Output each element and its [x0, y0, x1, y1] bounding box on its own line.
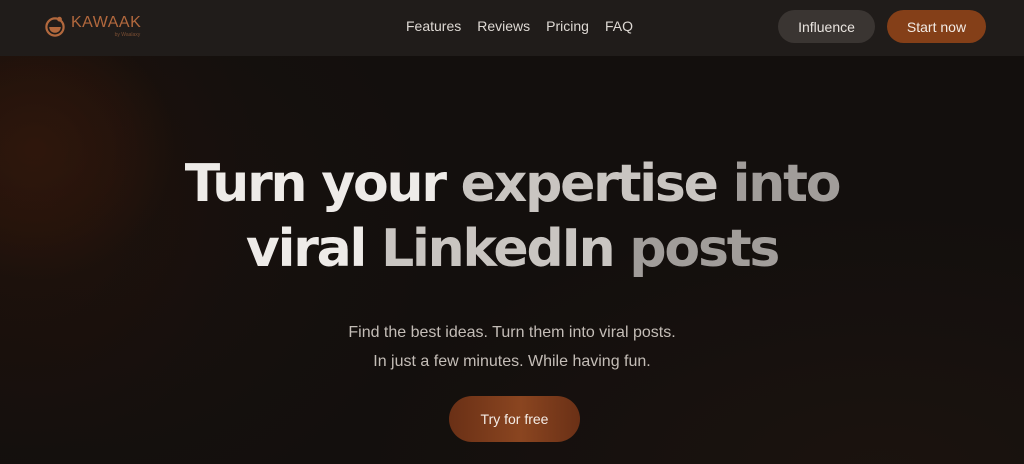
nav-link-features[interactable]: Features	[406, 17, 461, 35]
start-now-button[interactable]: Start now	[887, 10, 986, 43]
brand-name: KAWAAK	[71, 14, 142, 31]
kawaak-logo-icon	[45, 16, 65, 37]
landing-page: KAWAAK by Waalaxy Features Reviews Prici…	[0, 0, 1024, 464]
hero-subtitle-line-2: In just a few minutes. While having fun.	[373, 353, 651, 370]
top-navbar: KAWAAK by Waalaxy Features Reviews Prici…	[0, 0, 1024, 56]
hero-subtitle-line-1: Find the best ideas. Turn them into vira…	[348, 324, 676, 341]
hero-title-text: Turn your	[184, 154, 461, 214]
hero-title-text: LinkedIn	[381, 219, 630, 279]
hero-title-line-2: viral LinkedIn posts	[0, 217, 1024, 282]
nav-link-faq[interactable]: FAQ	[605, 17, 633, 35]
influence-button[interactable]: Influence	[778, 10, 875, 43]
nav-link-reviews[interactable]: Reviews	[477, 17, 530, 35]
hero-title-text: expertise	[460, 154, 733, 214]
brand-text: KAWAAK by Waalaxy	[71, 14, 141, 38]
brand-logo-link[interactable]: KAWAAK by Waalaxy	[44, 14, 141, 38]
hero-subtitle: Find the best ideas. Turn them into vira…	[0, 318, 1024, 376]
hero-title-text: viral	[245, 219, 382, 279]
hero-title-text: into	[732, 154, 842, 214]
try-for-free-button[interactable]: Try for free	[449, 396, 580, 442]
hero-title: Turn your expertise into viral LinkedIn …	[0, 152, 1024, 282]
main-nav: Features Reviews Pricing FAQ	[406, 17, 633, 35]
hero-title-line-1: Turn your expertise into	[0, 152, 1024, 217]
hero-title-text: posts	[629, 219, 780, 279]
nav-link-pricing[interactable]: Pricing	[546, 17, 589, 35]
brand-tagline: by Waalaxy	[114, 32, 141, 38]
